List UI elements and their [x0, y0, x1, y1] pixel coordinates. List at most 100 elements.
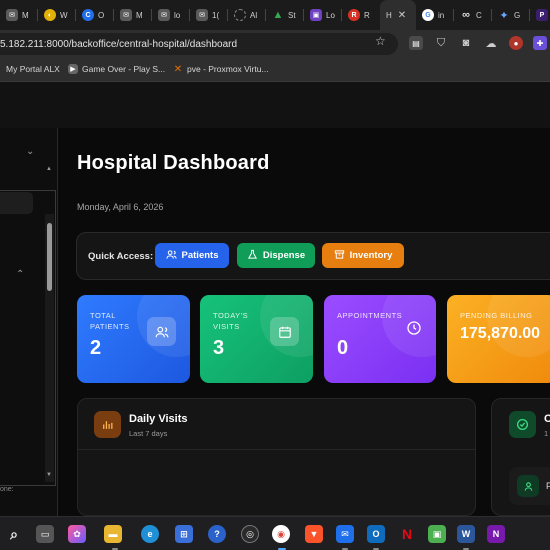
- infinity-icon: ∞: [462, 9, 470, 21]
- users-icon: [147, 317, 176, 346]
- sidebar-scrollbar-thumb[interactable]: [47, 223, 52, 291]
- netflix-icon[interactable]: N: [398, 525, 416, 543]
- camera-icon[interactable]: ◙: [459, 36, 473, 50]
- browser-tab[interactable]: ∞ C: [454, 0, 492, 30]
- clock-icon: [399, 313, 428, 342]
- browser-tab[interactable]: ✉ M: [0, 0, 38, 30]
- browser-tab-bar: ✉ M ◐ W CO ✉ M ✉ lo ✉ 1( Al ▲ St ▣ Lo RR H ✕ Gin…: [0, 0, 550, 30]
- loading-icon: [234, 9, 246, 21]
- mail-icon: ✉: [196, 9, 208, 21]
- browser-tab[interactable]: ✉ 1(: [190, 0, 228, 30]
- store-icon[interactable]: ⊞: [175, 525, 193, 543]
- browser-tab[interactable]: RR: [342, 0, 380, 30]
- check-circle-icon: [509, 411, 536, 438]
- app-icon[interactable]: ▣: [428, 525, 446, 543]
- stat-value: 3: [213, 337, 225, 359]
- stat-value: 175,870.00: [460, 325, 541, 342]
- yellow-circle-icon: ◐: [44, 9, 56, 21]
- drive-icon: ▲: [272, 9, 284, 21]
- chevron-up-icon[interactable]: ⌃: [16, 269, 24, 280]
- help-icon[interactable]: ?: [208, 525, 226, 543]
- shield-icon[interactable]: ⛉: [434, 36, 448, 50]
- patients-button[interactable]: Patients: [155, 243, 229, 268]
- mail-app-icon[interactable]: ✉: [336, 525, 354, 543]
- red-circle-icon: R: [348, 9, 360, 21]
- users-icon: [165, 249, 177, 263]
- stat-card-total-patients[interactable]: TOTAL PATIENTS 2: [77, 295, 190, 383]
- browser-tab[interactable]: ▲ St: [266, 0, 304, 30]
- network-icon[interactable]: ◎: [241, 525, 259, 543]
- browser-tab[interactable]: ✦ G: [492, 0, 530, 30]
- bookmark-proxmox[interactable]: ✕ pve - Proxmox Virtu...: [173, 63, 269, 75]
- brave-icon[interactable]: ▼: [305, 525, 323, 543]
- gemini-icon: ✦: [499, 9, 509, 22]
- word-icon[interactable]: W: [457, 525, 475, 543]
- chrome-icon[interactable]: ◉: [272, 525, 290, 543]
- browser-tab[interactable]: CO: [76, 0, 114, 30]
- person-icon: [517, 475, 539, 497]
- stat-card-pending-billing[interactable]: PENDING BILLING 175,870.00: [447, 295, 550, 383]
- mail-icon: ✉: [6, 9, 18, 21]
- stat-value: 0: [337, 337, 349, 359]
- page-title: Hospital Dashboard: [77, 152, 270, 174]
- mail-icon: ✉: [158, 9, 170, 21]
- right-panel-title: C: [544, 413, 550, 425]
- bookmark-game-over[interactable]: ▶ Game Over - Play S...: [68, 64, 165, 74]
- file-explorer-icon[interactable]: ▬: [104, 525, 122, 543]
- right-panel-subtitle: 1: [544, 429, 549, 438]
- url-field[interactable]: 5.182.211:8000/backoffice/central-hospit…: [0, 33, 398, 55]
- dark-square-icon: P: [536, 9, 548, 21]
- stat-title: TOTAL PATIENTS: [90, 311, 130, 331]
- flask-icon: [247, 249, 258, 263]
- sidebar-item-active[interactable]: [0, 192, 33, 214]
- current-date: Monday, April 6, 2026: [77, 202, 164, 212]
- inventory-button[interactable]: Inventory: [322, 243, 404, 268]
- stat-card-todays-visits[interactable]: TODAY'S VISITS 3: [200, 295, 313, 383]
- google-icon: G: [422, 9, 434, 21]
- extension-badge-icon[interactable]: ●: [509, 36, 523, 50]
- browser-tab[interactable]: ◐ W: [38, 0, 76, 30]
- search-icon[interactable]: ⌕: [5, 525, 23, 543]
- bookmark-favicon-icon: ▶: [68, 64, 78, 74]
- stat-card-appointments[interactable]: APPOINTMENTS 0: [324, 295, 436, 383]
- copilot-icon[interactable]: ✿: [68, 525, 86, 543]
- scroll-down-arrow-icon[interactable]: ▼: [46, 472, 52, 478]
- blue-circle-icon: C: [82, 9, 94, 21]
- purple-square-icon: ▣: [310, 9, 322, 21]
- os-taskbar: ⌕ ▭ ✿ ▬ e ⊞ ? ◎ ◉ ▼ ✉ O N ▣ W N: [0, 516, 550, 550]
- browser-tab[interactable]: ▣ Lo: [304, 0, 342, 30]
- browser-tab[interactable]: Al: [228, 0, 266, 30]
- stat-title: PENDING BILLING: [460, 311, 533, 320]
- extension-icon[interactable]: ▤: [409, 36, 423, 50]
- scroll-up-arrow-icon[interactable]: ▲: [46, 166, 52, 172]
- url-text[interactable]: 5.182.211:8000/backoffice/central-hospit…: [0, 39, 237, 50]
- task-view-icon[interactable]: ▭: [36, 525, 54, 543]
- browser-tab[interactable]: PN: [530, 0, 550, 30]
- bookmark-my-portal[interactable]: My Portal ALX: [6, 64, 60, 74]
- quick-access-label: Quick Access:: [88, 251, 154, 262]
- sidebar: ⌄ ⌃ ▲ ▼ one:: [0, 128, 58, 516]
- browser-tab-active[interactable]: H ✕: [380, 0, 416, 30]
- browser-tab[interactable]: ✉ M: [114, 0, 152, 30]
- bookmark-star-icon[interactable]: ☆: [375, 34, 386, 48]
- panel-divider: [77, 449, 475, 450]
- right-panel-row-label: P: [546, 481, 550, 491]
- bar-chart-icon: [94, 411, 121, 438]
- stat-title: TODAY'S VISITS: [213, 311, 249, 331]
- cloud-icon[interactable]: ☁: [484, 36, 498, 50]
- bookmarks-bar: My Portal ALX ▶ Game Over - Play S... ✕ pv…: [0, 58, 550, 82]
- dispense-button[interactable]: Dispense: [237, 243, 315, 268]
- onenote-icon[interactable]: N: [487, 525, 505, 543]
- chevron-down-icon[interactable]: ⌄: [26, 146, 34, 157]
- close-tab-icon[interactable]: ✕: [398, 10, 406, 21]
- browser-tab[interactable]: ✉ lo: [152, 0, 190, 30]
- edge-icon[interactable]: e: [141, 525, 159, 543]
- outlook-icon[interactable]: O: [367, 525, 385, 543]
- browser-tab[interactable]: Gin: [416, 0, 454, 30]
- proxmox-icon: ✕: [173, 63, 183, 75]
- stat-value: 2: [90, 337, 102, 359]
- daily-visits-subtitle: Last 7 days: [129, 429, 168, 438]
- top-navbar: [0, 82, 550, 128]
- puzzle-icon[interactable]: ✚: [533, 36, 547, 50]
- mail-icon: ✉: [120, 9, 132, 21]
